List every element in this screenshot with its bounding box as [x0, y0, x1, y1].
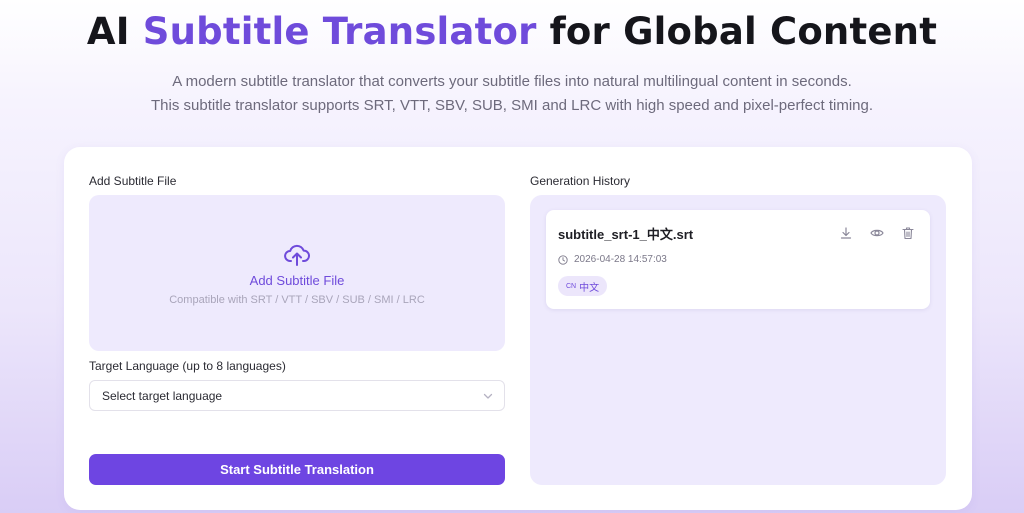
- translator-card: Add Subtitle File Add Subtitle File Comp…: [64, 147, 972, 510]
- language-badge-code: CN: [566, 282, 577, 290]
- language-badge: CN 中文: [558, 276, 608, 296]
- subtitle-line-1: A modern subtitle translator that conver…: [172, 73, 852, 90]
- add-file-label: Add Subtitle File: [89, 174, 177, 188]
- history-item: subtitle_srt-1_中文.srt 2026-04-28 14:57:0…: [546, 210, 930, 309]
- generation-history-label: Generation History: [530, 174, 631, 188]
- subtitle-line-2: This subtitle translator supports SRT, V…: [151, 97, 873, 114]
- history-timestamp: 2026-04-28 14:57:03: [558, 254, 667, 265]
- trash-icon[interactable]: [901, 226, 915, 240]
- page-title: AI Subtitle Translator for Global Conten…: [0, 10, 1024, 53]
- target-language-label: Target Language (up to 8 languages): [89, 359, 286, 373]
- title-tail: for Global Content: [536, 10, 938, 53]
- dropzone-hint: Compatible with SRT / VTT / SBV / SUB / …: [169, 293, 425, 306]
- language-badge-label: 中文: [579, 282, 600, 294]
- dropzone-title[interactable]: Add Subtitle File: [250, 273, 345, 288]
- target-language-select[interactable]: Select target language: [89, 380, 505, 411]
- eye-icon[interactable]: [870, 226, 884, 240]
- history-file-name: subtitle_srt-1_中文.srt: [558, 227, 694, 242]
- clock-icon: [558, 254, 568, 265]
- download-icon[interactable]: [839, 226, 853, 240]
- title-accent: Subtitle Translator: [142, 10, 537, 53]
- title-lead: AI: [86, 10, 143, 53]
- page-subtitle: A modern subtitle translator that conver…: [0, 70, 1024, 118]
- cloud-upload-icon: [284, 244, 310, 266]
- chevron-down-icon: [483, 393, 493, 399]
- history-panel: subtitle_srt-1_中文.srt 2026-04-28 14:57:0…: [530, 195, 946, 485]
- start-translation-button[interactable]: Start Subtitle Translation: [89, 454, 505, 485]
- file-dropzone[interactable]: Add Subtitle File Compatible with SRT / …: [89, 195, 505, 351]
- history-timestamp-text: 2026-04-28 14:57:03: [574, 254, 667, 265]
- target-language-placeholder: Select target language: [102, 388, 223, 403]
